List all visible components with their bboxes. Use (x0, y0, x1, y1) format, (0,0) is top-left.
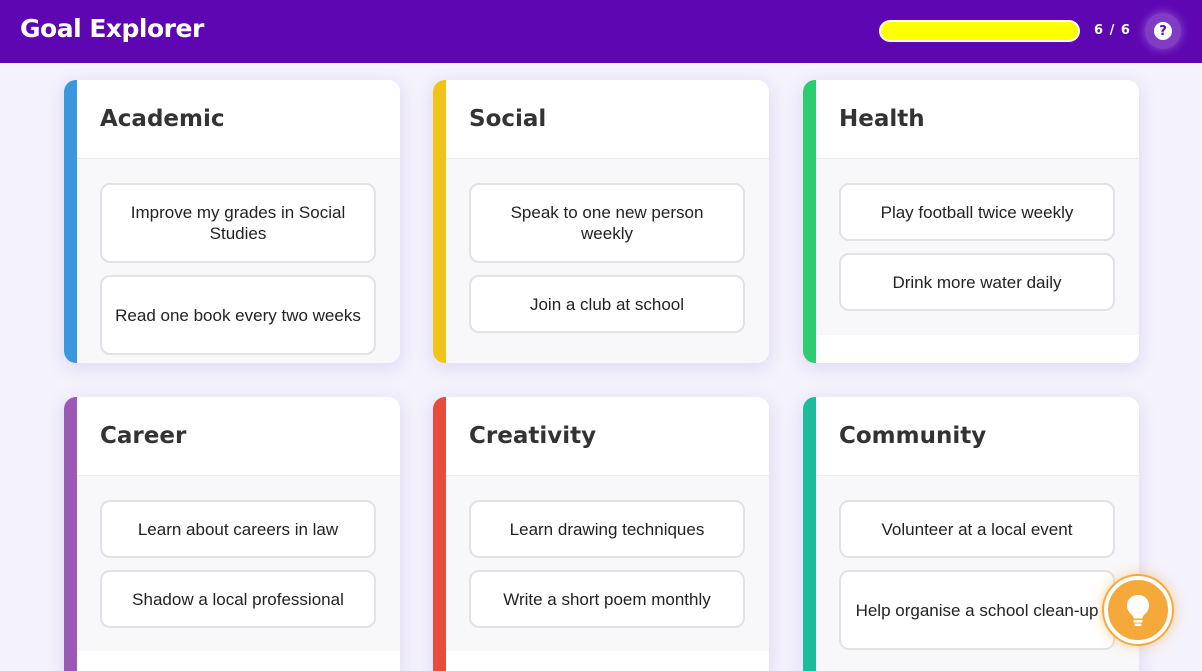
hint-button[interactable] (1104, 576, 1172, 644)
category-card-creativity: Creativity Learn drawing techniques Writ… (433, 397, 769, 671)
category-stripe (64, 397, 77, 671)
card-body: Play football twice weekly Drink more wa… (816, 159, 1139, 335)
goal-item[interactable]: Write a short poem monthly (469, 570, 745, 628)
goal-item[interactable]: Play football twice weekly (839, 183, 1115, 241)
goal-item[interactable]: Learn drawing techniques (469, 500, 745, 558)
category-card-career: Career Learn about careers in law Shadow… (64, 397, 400, 671)
goal-item[interactable]: Read one book every two weeks (100, 275, 376, 355)
category-stripe (803, 397, 816, 671)
category-stripe (64, 80, 77, 363)
category-title: Health (839, 106, 925, 132)
goal-item[interactable]: Shadow a local professional (100, 570, 376, 628)
category-title: Community (839, 423, 987, 449)
category-stripe (433, 80, 446, 363)
card-header: Academic (77, 80, 400, 159)
app-title: Goal Explorer (20, 14, 204, 43)
progress-bar (879, 20, 1080, 42)
card-header: Health (816, 80, 1139, 159)
category-card-academic: Academic Improve my grades in Social Stu… (64, 80, 400, 363)
card-header: Career (77, 397, 400, 476)
card-body: Learn about careers in law Shadow a loca… (77, 476, 400, 651)
category-card-community: Community Volunteer at a local event Hel… (803, 397, 1139, 671)
goal-item[interactable]: Help organise a school clean-up (839, 570, 1115, 650)
help-button[interactable]: ? (1145, 13, 1181, 49)
category-card-social: Social Speak to one new person weekly Jo… (433, 80, 769, 363)
goal-item[interactable]: Speak to one new person weekly (469, 183, 745, 263)
category-title: Career (100, 423, 187, 449)
progress-fill (881, 22, 1078, 40)
card-body: Speak to one new person weekly Join a cl… (446, 159, 769, 363)
goal-item[interactable]: Improve my grades in Social Studies (100, 183, 376, 263)
category-title: Academic (100, 106, 225, 132)
category-title: Creativity (469, 423, 597, 449)
card-body: Volunteer at a local event Help organise… (816, 476, 1139, 671)
lightbulb-icon (1127, 595, 1149, 627)
goal-item[interactable]: Learn about careers in law (100, 500, 376, 558)
goal-item[interactable]: Volunteer at a local event (839, 500, 1115, 558)
category-stripe (803, 80, 816, 363)
category-stripe (433, 397, 446, 671)
goal-item[interactable]: Join a club at school (469, 275, 745, 333)
card-body: Improve my grades in Social Studies Read… (77, 159, 400, 363)
card-body: Learn drawing techniques Write a short p… (446, 476, 769, 651)
app-header: Goal Explorer 6 / 6 ? (0, 0, 1202, 63)
card-header: Social (446, 80, 769, 159)
question-icon: ? (1154, 22, 1172, 40)
category-title: Social (469, 106, 547, 132)
card-header: Community (816, 397, 1139, 476)
card-header: Creativity (446, 397, 769, 476)
category-card-health: Health Play football twice weekly Drink … (803, 80, 1139, 363)
goal-item[interactable]: Drink more water daily (839, 253, 1115, 311)
progress-count: 6 / 6 (1094, 23, 1131, 38)
